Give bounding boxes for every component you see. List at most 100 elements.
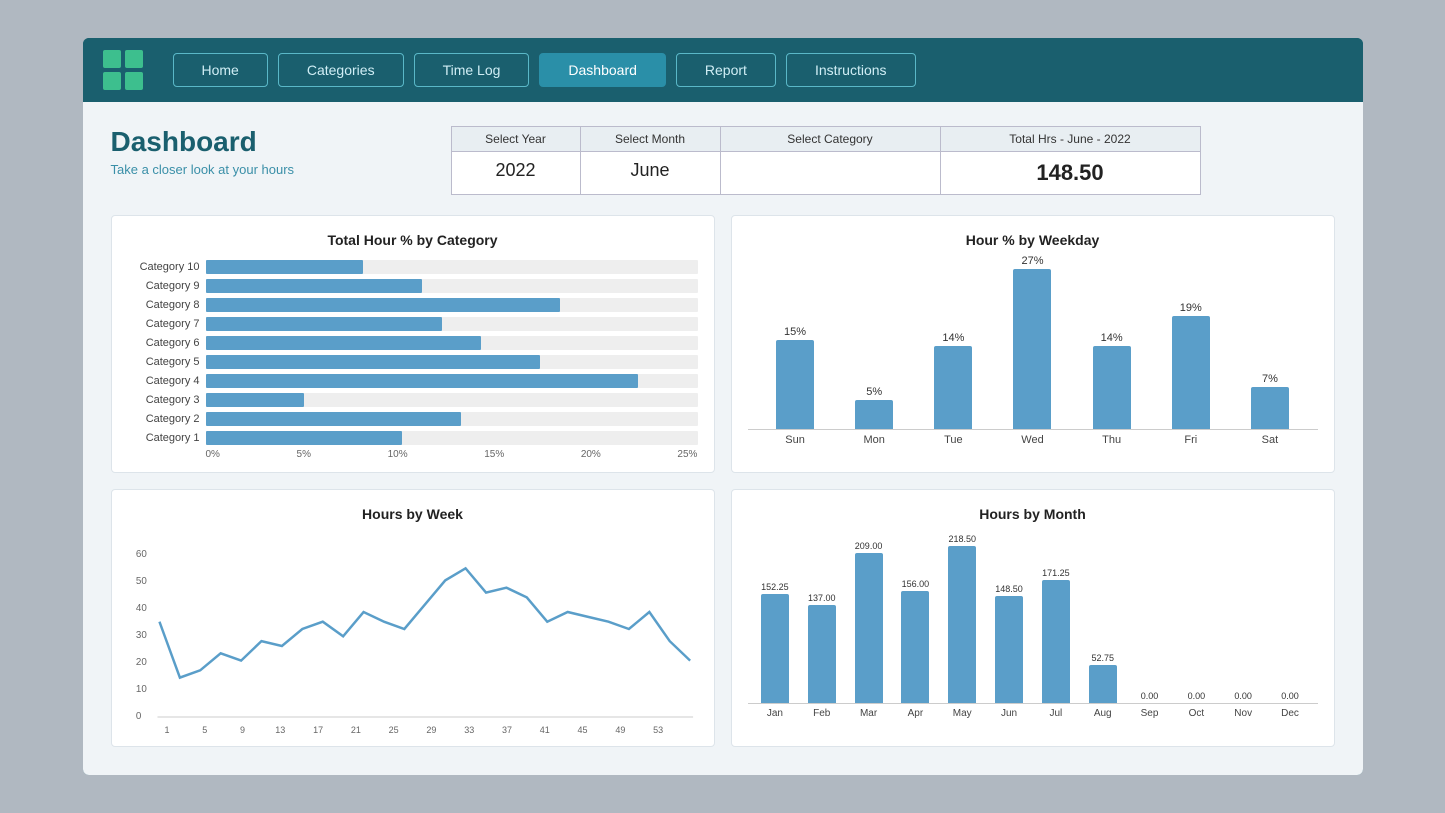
vbar-group: 19% xyxy=(1172,302,1210,429)
vbar-day-label: Sat xyxy=(1251,434,1289,446)
line-x-label xyxy=(516,725,535,735)
hbar-track xyxy=(206,298,698,312)
hbar-axis-label: 20% xyxy=(581,449,601,460)
hbar-fill xyxy=(206,374,639,388)
vbar-bar xyxy=(934,346,972,429)
month-bar xyxy=(1089,665,1117,703)
month-group: 171.25 xyxy=(1032,568,1079,703)
weekly-chart-card: Hours by Week 0 10 20 30 40 50 60 xyxy=(111,489,715,747)
vbar-pct-label: 7% xyxy=(1262,373,1278,385)
hbar-category-label: Category 9 xyxy=(128,280,200,292)
nav-home[interactable]: Home xyxy=(173,53,268,87)
month-group: 0.00 xyxy=(1267,691,1314,703)
total-box: Total Hrs - June - 2022 148.50 xyxy=(941,126,1201,195)
month-val-label: 171.25 xyxy=(1042,568,1070,578)
hbar-axis-label: 5% xyxy=(297,449,311,460)
year-selector[interactable]: Select Year 2022 xyxy=(451,126,581,195)
line-x-label xyxy=(630,725,649,735)
weekly-chart: 0 10 20 30 40 50 60 15913172125293337414… xyxy=(128,534,698,734)
month-label: May xyxy=(939,708,986,719)
month-val-label: 148.50 xyxy=(995,584,1023,594)
vbar-bar xyxy=(1251,387,1289,429)
line-x-label: 37 xyxy=(498,725,517,735)
hbar-track xyxy=(206,336,698,350)
month-group: 137.00 xyxy=(798,593,845,703)
hbar-category-label: Category 4 xyxy=(128,375,200,387)
month-selector[interactable]: Select Month June xyxy=(581,126,721,195)
svg-text:10: 10 xyxy=(135,684,146,695)
line-x-label xyxy=(252,725,271,735)
hbar-title: Total Hour % by Category xyxy=(128,232,698,248)
hbar-fill xyxy=(206,336,482,350)
nav-instructions[interactable]: Instructions xyxy=(786,53,916,87)
month-bar xyxy=(761,594,789,703)
vbar-bar xyxy=(855,400,893,429)
hbar-fill xyxy=(206,412,462,426)
hbar-category-label: Category 2 xyxy=(128,413,200,425)
svg-text:50: 50 xyxy=(135,576,146,587)
month-bar xyxy=(1042,580,1070,703)
svg-text:40: 40 xyxy=(135,603,146,614)
vbar-pct-label: 14% xyxy=(942,332,964,344)
month-val-label: 156.00 xyxy=(902,579,930,589)
hbar-category-label: Category 5 xyxy=(128,356,200,368)
line-x-label: 41 xyxy=(535,725,554,735)
hbar-axis: 0%5%10%15%20%25% xyxy=(128,449,698,460)
hbar-row: Category 5 xyxy=(128,355,698,369)
nav-timelog[interactable]: Time Log xyxy=(414,53,530,87)
vbar-group: 15% xyxy=(776,326,814,429)
line-x-label: 49 xyxy=(611,725,630,735)
line-x-label: 29 xyxy=(422,725,441,735)
title-area: Dashboard Take a closer look at your hou… xyxy=(111,126,451,195)
vbar-day-label: Thu xyxy=(1093,434,1131,446)
line-x-label: 13 xyxy=(271,725,290,735)
vbar-day-label: Sun xyxy=(776,434,814,446)
weekday-chart: 15%5%14%27%14%19%7% SunMonTueWedThuFriSa… xyxy=(748,260,1318,460)
total-label: Total Hrs - June - 2022 xyxy=(941,127,1200,152)
line-x-label xyxy=(403,725,422,735)
month-group: 0.00 xyxy=(1173,691,1220,703)
hbar-axis-label: 0% xyxy=(206,449,220,460)
hbar-category-label: Category 3 xyxy=(128,394,200,406)
total-value: 148.50 xyxy=(941,152,1200,194)
month-label: Jun xyxy=(986,708,1033,719)
hbar-track xyxy=(206,393,698,407)
hbar-fill xyxy=(206,260,363,274)
vbar-bar xyxy=(1172,316,1210,429)
month-val-label: 152.25 xyxy=(761,582,789,592)
hbar-axis-label: 25% xyxy=(677,449,697,460)
month-val-label: 218.50 xyxy=(948,534,976,544)
month-label: Feb xyxy=(798,708,845,719)
month-label: Select Month xyxy=(581,127,720,152)
page-title: Dashboard xyxy=(111,126,451,158)
hbar-track xyxy=(206,374,698,388)
nav-categories[interactable]: Categories xyxy=(278,53,404,87)
logo-cell-2 xyxy=(125,50,143,68)
category-selector[interactable]: Select Category xyxy=(721,126,941,195)
main-content: Dashboard Take a closer look at your hou… xyxy=(83,102,1363,775)
hbar-row: Category 3 xyxy=(128,393,698,407)
month-val-label: 137.00 xyxy=(808,593,836,603)
month-val-label: 0.00 xyxy=(1188,691,1206,701)
month-label: Aug xyxy=(1079,708,1126,719)
charts-grid: Total Hour % by Category Category 10 Cate… xyxy=(111,215,1335,747)
hbar-track xyxy=(206,279,698,293)
month-label: Apr xyxy=(892,708,939,719)
line-x-label xyxy=(554,725,573,735)
hbar-category-label: Category 10 xyxy=(128,261,200,273)
line-x-label: 25 xyxy=(384,725,403,735)
nav-report[interactable]: Report xyxy=(676,53,776,87)
hbar-track xyxy=(206,412,698,426)
month-label: Oct xyxy=(1173,708,1220,719)
top-nav: Home Categories Time Log Dashboard Repor… xyxy=(83,38,1363,102)
nav-dashboard[interactable]: Dashboard xyxy=(539,53,666,87)
monthly-labels: JanFebMarAprMayJunJulAugSepOctNovDec xyxy=(748,704,1318,719)
line-x-label xyxy=(365,725,384,735)
hbar-row: Category 9 xyxy=(128,279,698,293)
monthly-chart-card: Hours by Month 152.25137.00209.00156.002… xyxy=(731,489,1335,747)
svg-text:0: 0 xyxy=(135,711,141,722)
vbar-bar xyxy=(1013,269,1051,429)
line-x-label: 33 xyxy=(460,725,479,735)
year-value: 2022 xyxy=(452,152,580,189)
vbar-day-label: Wed xyxy=(1013,434,1051,446)
